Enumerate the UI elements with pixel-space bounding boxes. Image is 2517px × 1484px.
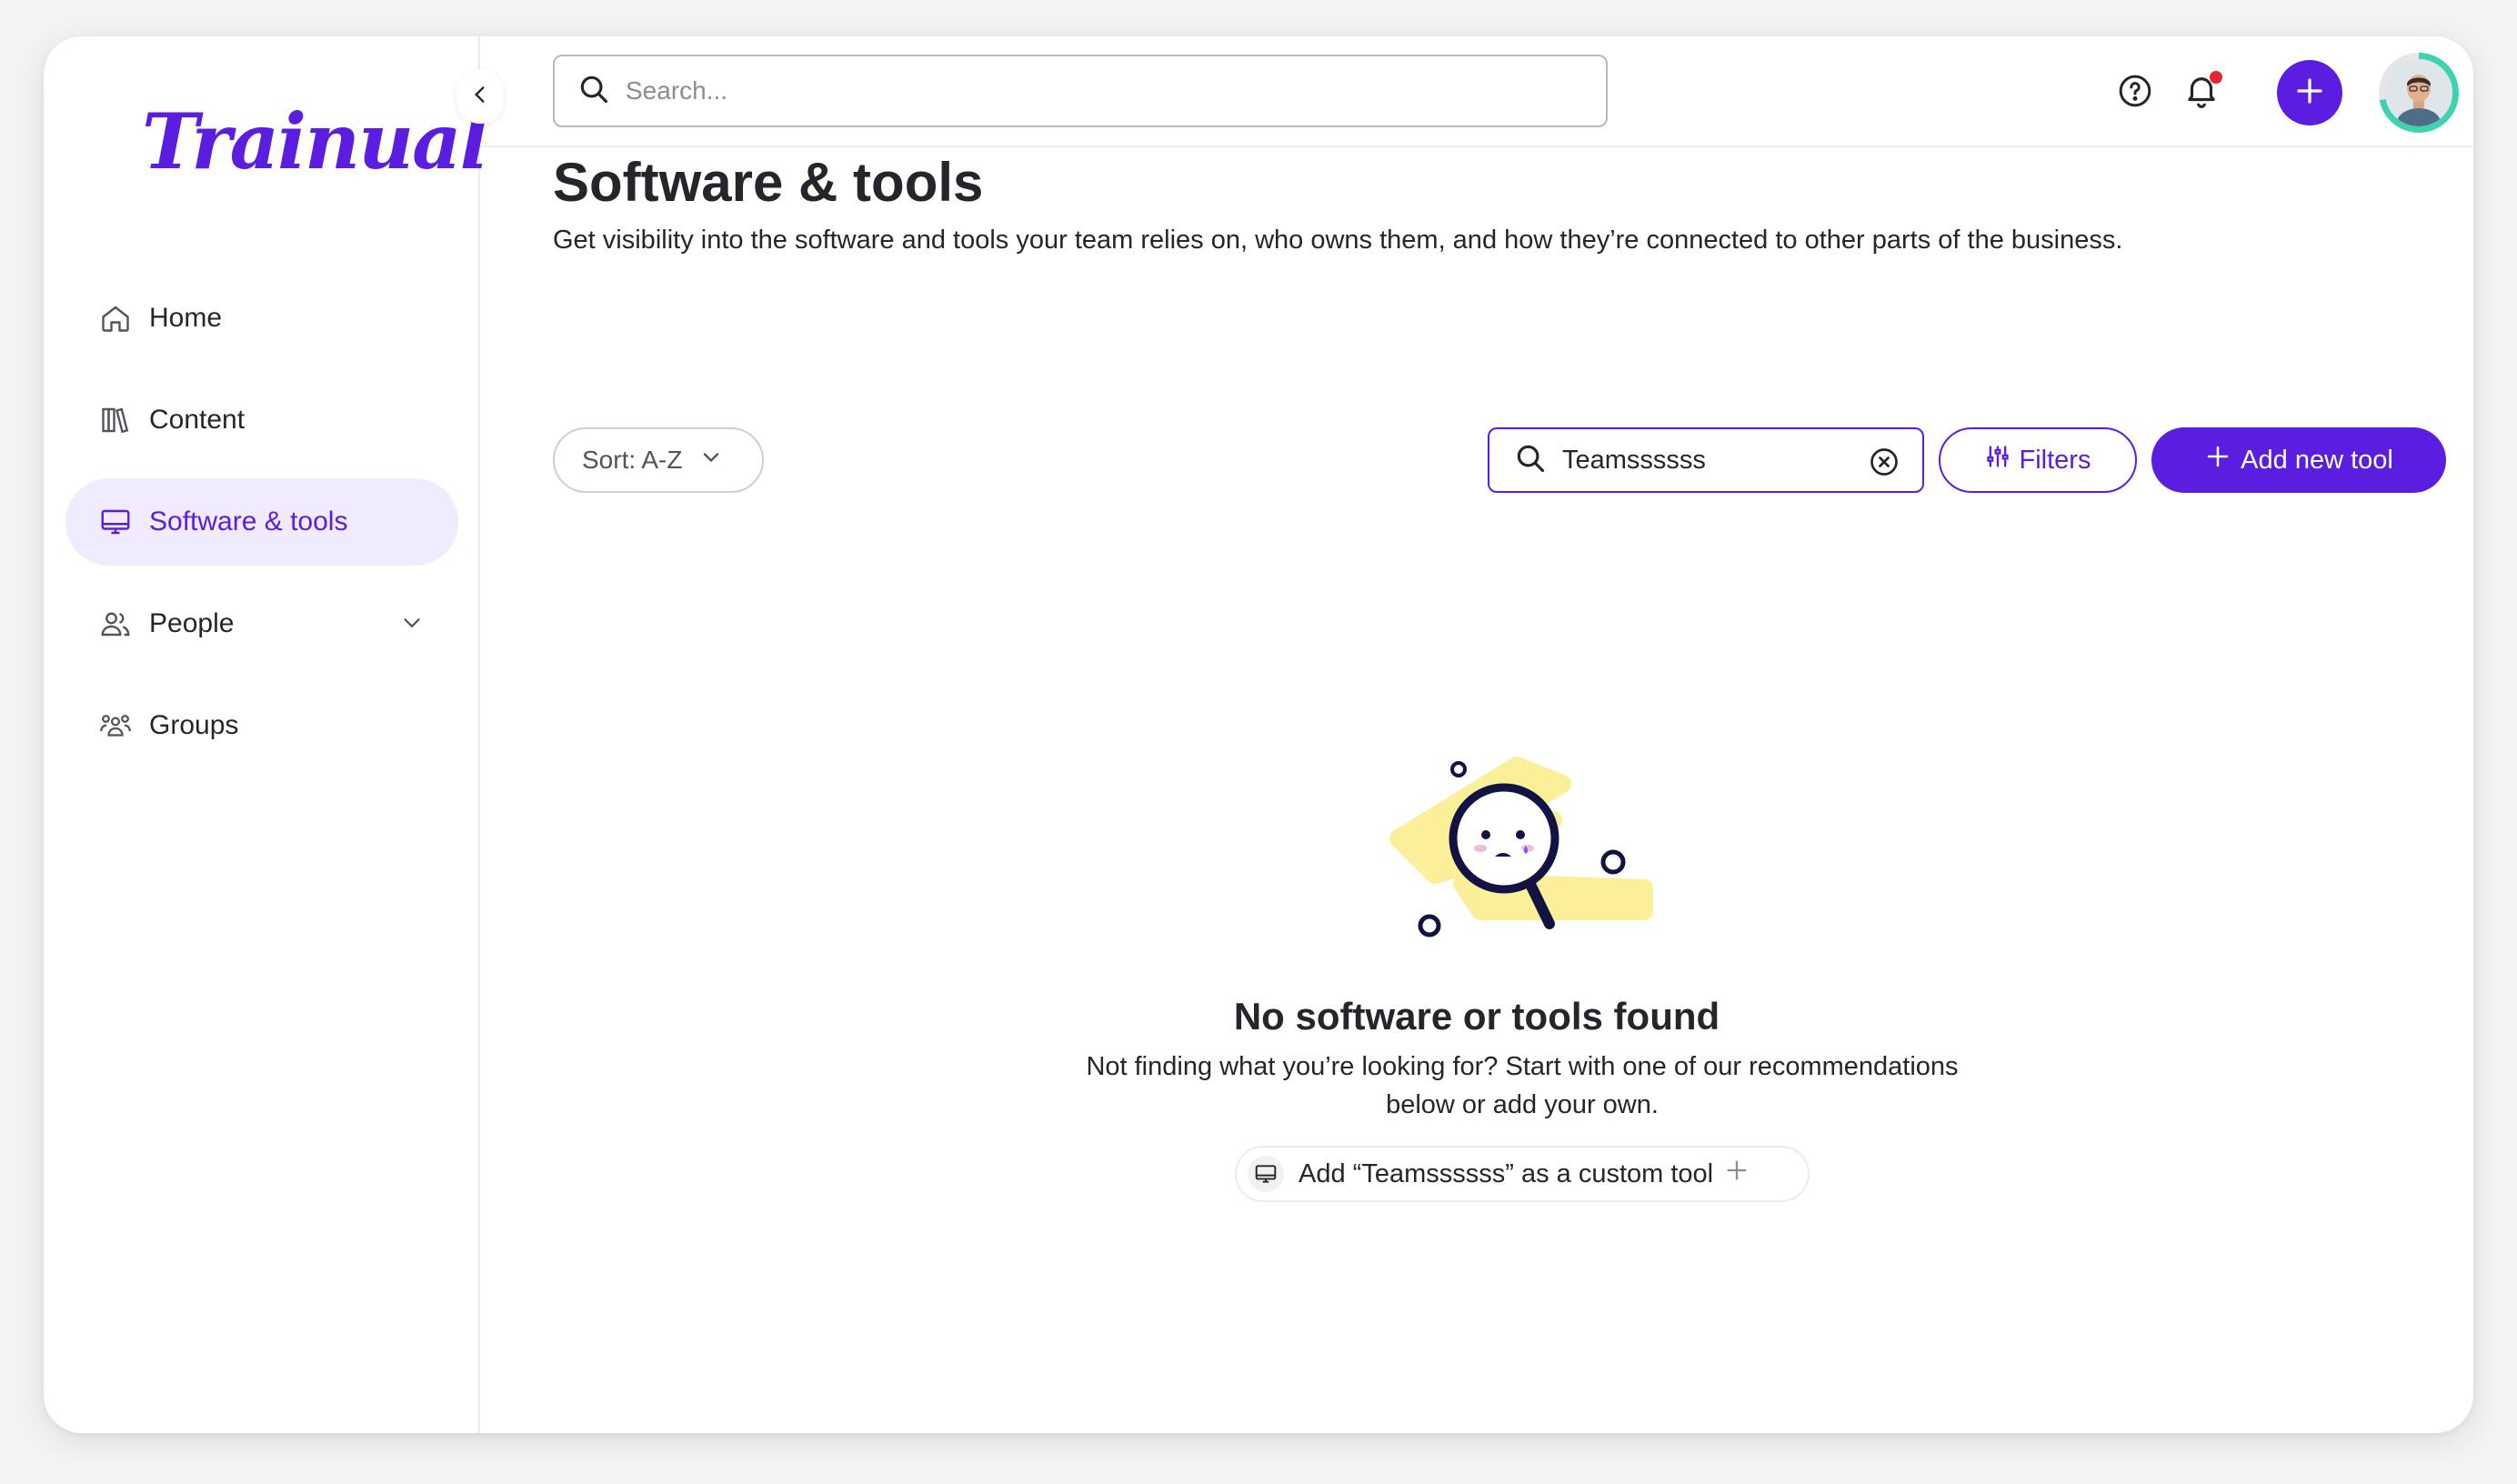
- filters-label: Filters: [2019, 445, 2091, 475]
- page-subtitle: Get visibility into the software and too…: [553, 226, 2123, 255]
- add-new-tool-label: Add new tool: [2241, 445, 2393, 475]
- brand-logo[interactable]: Trainual: [142, 96, 488, 186]
- help-icon[interactable]: [2117, 73, 2153, 114]
- profile-progress-ring[interactable]: [2379, 53, 2459, 133]
- sidebar-item-content[interactable]: Content: [65, 376, 458, 464]
- sidebar-item-software-tools[interactable]: Software & tools: [65, 478, 458, 566]
- add-custom-tool-label: Add “Teamssssss” as a custom tool: [1299, 1158, 1714, 1188]
- clear-search-icon[interactable]: [1868, 446, 1900, 483]
- books-icon: [98, 403, 133, 437]
- global-search-input[interactable]: [626, 76, 1535, 105]
- empty-state-description: Not finding what you’re looking for? Sta…: [1022, 1048, 2022, 1124]
- sliders-icon: [1985, 444, 2020, 476]
- plus-icon: [2204, 443, 2241, 477]
- sidebar-nav: Home Content Software & tools People Gro…: [65, 275, 458, 784]
- sort-dropdown[interactable]: Sort: A-Z: [553, 427, 764, 493]
- add-new-tool-button[interactable]: Add new tool: [2151, 427, 2446, 493]
- topbar: [480, 36, 2473, 147]
- sidebar-item-label: Home: [149, 303, 223, 333]
- avatar: [2385, 59, 2452, 126]
- add-custom-tool-button[interactable]: Add “Teamssssss” as a custom tool: [1235, 1146, 1810, 1202]
- groups-icon: [98, 708, 133, 743]
- chevron-left-icon: [468, 83, 492, 111]
- page-title: Software & tools: [553, 152, 984, 213]
- sidebar-item-label: Software & tools: [149, 506, 348, 536]
- sidebar-item-groups[interactable]: Groups: [65, 682, 458, 769]
- tools-search-field[interactable]: [1488, 427, 1924, 493]
- notification-dot: [2210, 71, 2222, 84]
- search-icon: [1513, 441, 1548, 480]
- notifications-bell-icon[interactable]: [2182, 71, 2222, 114]
- sort-label: Sort: A-Z: [582, 446, 683, 474]
- global-search[interactable]: [553, 55, 1608, 127]
- sidebar-item-label: People: [149, 608, 235, 638]
- plus-icon: [1724, 1158, 1750, 1190]
- people-icon: [98, 607, 133, 641]
- filters-button[interactable]: Filters: [1939, 427, 2137, 493]
- monitor-icon: [98, 505, 133, 539]
- empty-state-line-2: below or add your own.: [1386, 1090, 1659, 1119]
- sad-magnifier-illustration: [1380, 729, 1671, 948]
- sidebar-item-label: Content: [149, 405, 246, 435]
- monitor-icon: [1248, 1156, 1284, 1192]
- search-icon: [577, 72, 611, 111]
- plus-icon: [2293, 75, 2326, 112]
- quick-add-button[interactable]: [2277, 60, 2342, 125]
- tools-search-input[interactable]: [1562, 445, 1862, 476]
- sidebar-item-label: Groups: [149, 710, 239, 740]
- collapse-sidebar-button[interactable]: [456, 69, 504, 124]
- sidebar-item-people[interactable]: People: [65, 580, 458, 667]
- empty-state-line-1: Not finding what you’re looking for? Sta…: [1086, 1052, 1959, 1081]
- chevron-down-icon: [682, 445, 724, 476]
- chevron-down-icon[interactable]: [398, 609, 426, 644]
- empty-state-title: No software or tools found: [1233, 995, 1720, 1038]
- sidebar: Trainual Home Content Software & tools P…: [44, 36, 488, 1433]
- main-content: Software & tools Get visibility into the…: [480, 147, 2473, 1433]
- home-icon: [98, 301, 133, 336]
- app-window: Trainual Home Content Software & tools P…: [44, 36, 2473, 1433]
- sidebar-item-home[interactable]: Home: [65, 275, 458, 362]
